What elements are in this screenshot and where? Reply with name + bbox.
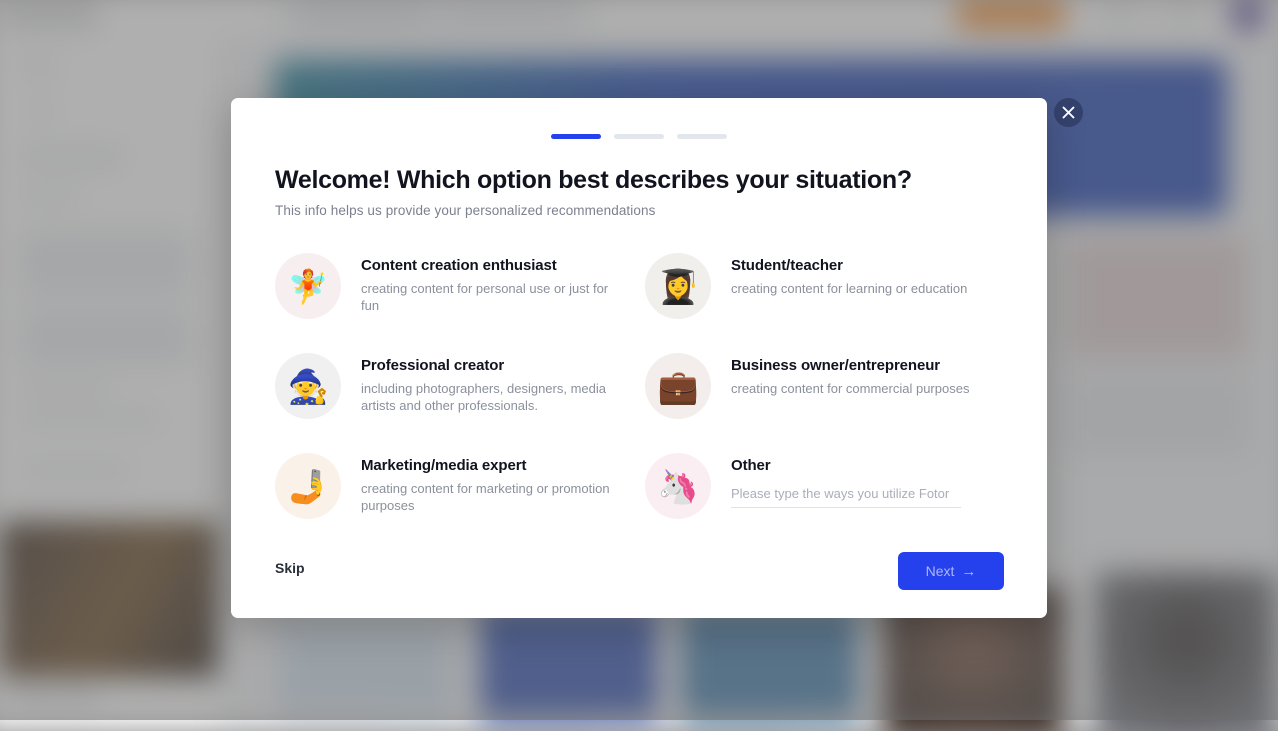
option-text-block: Professional creator including photograp… [361, 351, 611, 414]
option-title: Professional creator [361, 357, 611, 375]
options-grid: 🧚 Content creation enthusiast creating c… [275, 251, 1005, 551]
mage-emoji: 🧙 [275, 353, 341, 419]
option-description: creating content for commercial purposes [731, 381, 969, 398]
progress-step-2 [614, 134, 664, 139]
page-title: Welcome! Which option best describes you… [275, 166, 912, 195]
option-title: Marketing/media expert [361, 457, 611, 475]
option-title: Other [731, 457, 961, 475]
progress-step-1 [551, 134, 601, 139]
next-button[interactable]: Next → [898, 552, 1004, 590]
page-subtitle: This info helps us provide your personal… [275, 203, 655, 218]
selfie-emoji: 🤳 [275, 453, 341, 519]
option-marketing-media-expert[interactable]: 🤳 Marketing/media expert creating conten… [275, 451, 645, 551]
unicorn-emoji: 🦄 [645, 453, 711, 519]
option-title: Business owner/entrepreneur [731, 357, 969, 375]
option-content-creation-enthusiast[interactable]: 🧚 Content creation enthusiast creating c… [275, 251, 645, 351]
other-description-input[interactable] [731, 486, 961, 508]
next-button-label: Next [926, 563, 955, 579]
option-description: creating content for personal use or jus… [361, 281, 611, 314]
option-text-block: Business owner/entrepreneur creating con… [731, 351, 969, 398]
option-text-block: Content creation enthusiast creating con… [361, 251, 611, 314]
option-title: Content creation enthusiast [361, 257, 611, 275]
briefcase-emoji: 💼 [645, 353, 711, 419]
fairy-emoji: 🧚 [275, 253, 341, 319]
option-other[interactable]: 🦄 Other [645, 451, 1005, 551]
option-business-owner-entrepreneur[interactable]: 💼 Business owner/entrepreneur creating c… [645, 351, 1005, 451]
option-description: including photographers, designers, medi… [361, 381, 611, 414]
close-button[interactable] [1054, 98, 1083, 127]
option-student-teacher[interactable]: 👩‍🎓 Student/teacher creating content for… [645, 251, 1005, 351]
progress-step-3 [677, 134, 727, 139]
option-title: Student/teacher [731, 257, 967, 275]
option-professional-creator[interactable]: 🧙 Professional creator including photogr… [275, 351, 645, 451]
arrow-right-icon: → [961, 564, 976, 579]
option-description: creating content for learning or educati… [731, 281, 967, 298]
option-text-block: Student/teacher creating content for lea… [731, 251, 967, 298]
skip-button[interactable]: Skip [275, 560, 305, 576]
close-icon [1062, 106, 1075, 119]
graduate-emoji: 👩‍🎓 [645, 253, 711, 319]
option-description: creating content for marketing or promot… [361, 481, 611, 514]
progress-indicator [231, 134, 1047, 139]
option-text-block: Other [731, 451, 961, 508]
onboarding-modal: Welcome! Which option best describes you… [231, 98, 1047, 618]
option-text-block: Marketing/media expert creating content … [361, 451, 611, 514]
